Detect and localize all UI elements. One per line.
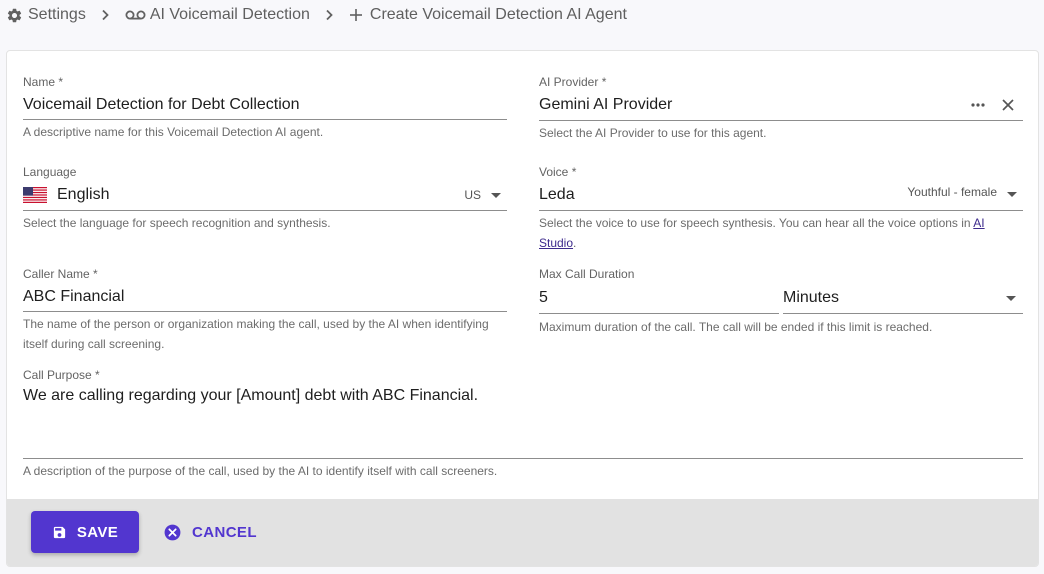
caller-name-label: Caller Name * bbox=[23, 267, 98, 281]
voicemail-icon bbox=[125, 10, 146, 20]
cancel-button[interactable]: CANCEL bbox=[163, 511, 257, 553]
chevron-down-icon bbox=[1006, 296, 1016, 301]
chevron-down-icon bbox=[1007, 191, 1017, 197]
gear-icon bbox=[7, 8, 22, 22]
max-call-duration-field: Max Call Duration 5 Minutes Maximum dura… bbox=[539, 267, 1023, 337]
voice-select[interactable]: Leda Youthful - female bbox=[539, 180, 1023, 211]
plus-icon bbox=[349, 9, 362, 21]
ai-provider-label: AI Provider * bbox=[539, 75, 607, 89]
duration-unit-value: Minutes bbox=[783, 288, 840, 306]
name-help: A descriptive name for this Voicemail De… bbox=[23, 125, 324, 139]
language-value: English bbox=[57, 186, 110, 203]
chevron-right-icon bbox=[100, 9, 110, 21]
duration-unit-select[interactable]: Minutes bbox=[783, 282, 1023, 314]
language-select[interactable]: English US bbox=[23, 180, 507, 211]
ai-provider-value: Gemini AI Provider bbox=[539, 96, 673, 113]
voice-help-text: Select the voice to use for speech synth… bbox=[539, 216, 974, 230]
max-call-duration-input[interactable]: 5 bbox=[539, 282, 779, 314]
chevron-right-icon bbox=[324, 9, 334, 21]
form-footer: SAVE CANCEL bbox=[7, 499, 1038, 566]
ai-provider-help: Select the AI Provider to use for this a… bbox=[539, 126, 767, 140]
ai-provider-input[interactable]: Gemini AI Provider bbox=[539, 90, 1023, 121]
voice-help-suffix: . bbox=[573, 236, 577, 250]
caller-name-help: The name of the person or organization m… bbox=[23, 317, 489, 351]
max-call-duration-value: 5 bbox=[539, 288, 548, 306]
save-button-label: SAVE bbox=[76, 523, 119, 541]
voice-field: Voice * Leda Youthful - female Select th… bbox=[539, 165, 1023, 253]
language-field: Language English US Select the language … bbox=[23, 165, 507, 233]
max-call-duration-help: Maximum duration of the call. The call w… bbox=[539, 320, 933, 334]
save-button[interactable]: SAVE bbox=[31, 511, 139, 553]
more-options-icon[interactable] bbox=[971, 98, 985, 117]
language-label: Language bbox=[23, 165, 77, 179]
caller-name-value: ABC Financial bbox=[23, 287, 125, 305]
floppy-disk-icon bbox=[53, 526, 65, 538]
breadcrumb-create: Create Voicemail Detection AI Agent bbox=[349, 6, 627, 24]
voice-style-label: Youthful - female bbox=[907, 185, 997, 199]
call-purpose-value: We are calling regarding your [Amount] d… bbox=[23, 387, 479, 404]
voice-value: Leda bbox=[539, 186, 575, 203]
chevron-down-icon bbox=[491, 192, 501, 198]
voice-style: Youthful - female bbox=[907, 174, 1017, 210]
ai-provider-field: AI Provider * Gemini AI Provider Select … bbox=[539, 75, 1023, 143]
breadcrumb: Settings AI Voicemail Detection Create V… bbox=[6, 4, 627, 26]
language-help: Select the language for speech recogniti… bbox=[23, 216, 331, 230]
call-purpose-field: Call Purpose * We are calling regarding … bbox=[23, 368, 1023, 481]
breadcrumb-settings[interactable]: Settings bbox=[6, 6, 86, 24]
name-input[interactable]: Voicemail Detection for Debt Collection bbox=[23, 90, 507, 120]
agent-form-card: Name * Voicemail Detection for Debt Coll… bbox=[6, 50, 1039, 567]
max-call-duration-label: Max Call Duration bbox=[539, 267, 635, 281]
us-flag-icon bbox=[23, 187, 47, 203]
voice-help: Select the voice to use for speech synth… bbox=[539, 213, 1023, 253]
language-region-label: US bbox=[464, 188, 481, 202]
language-region: US bbox=[464, 180, 501, 210]
breadcrumb-voicemail[interactable]: AI Voicemail Detection bbox=[125, 6, 310, 24]
call-purpose-label: Call Purpose * bbox=[23, 368, 100, 382]
breadcrumb-create-label: Create Voicemail Detection AI Agent bbox=[369, 6, 627, 23]
caller-name-input[interactable]: ABC Financial bbox=[23, 282, 507, 312]
name-field: Name * Voicemail Detection for Debt Coll… bbox=[23, 75, 507, 142]
call-purpose-help: A description of the purpose of the call… bbox=[23, 464, 498, 478]
name-label: Name * bbox=[23, 75, 64, 89]
clear-icon[interactable] bbox=[1001, 98, 1015, 117]
breadcrumb-voicemail-label: AI Voicemail Detection bbox=[149, 6, 310, 23]
name-value: Voicemail Detection for Debt Collection bbox=[23, 95, 300, 113]
caller-name-field: Caller Name * ABC Financial The name of … bbox=[23, 267, 507, 354]
breadcrumb-settings-label: Settings bbox=[28, 6, 86, 23]
call-purpose-textarea[interactable]: We are calling regarding your [Amount] d… bbox=[23, 383, 1023, 459]
cancel-circle-icon bbox=[164, 524, 181, 540]
cancel-button-label: CANCEL bbox=[192, 523, 257, 541]
